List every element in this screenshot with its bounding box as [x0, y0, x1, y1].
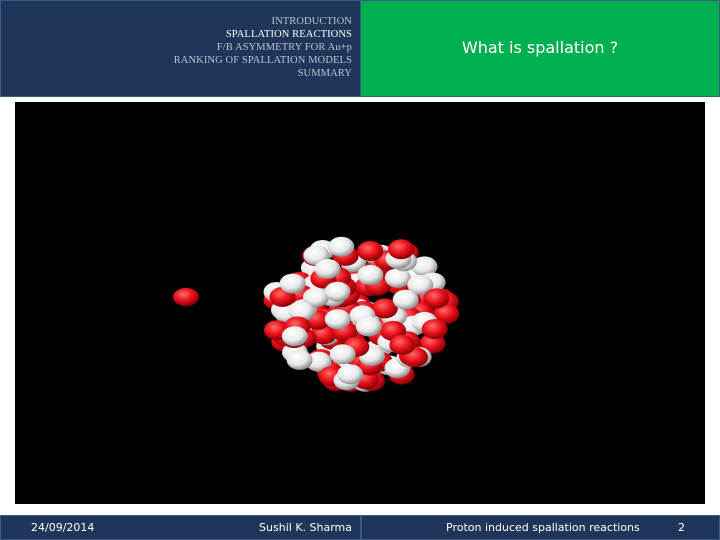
- neutron-sphere: [357, 265, 384, 285]
- nucleus-svg: [173, 236, 460, 392]
- spallation-animation: [15, 102, 705, 504]
- target-nucleus: [263, 236, 460, 392]
- proton-sphere: [388, 239, 415, 260]
- footer-right-bar: Proton induced spallation reactions 2: [361, 515, 720, 540]
- nav-item-fb-asymmetry[interactable]: F/B ASYMMETRY FOR Au+p: [174, 41, 352, 54]
- neutron-sphere: [337, 364, 364, 385]
- section-nav-list: INTRODUCTION SPALLATION REACTIONS F/B AS…: [174, 15, 352, 80]
- nav-item-summary[interactable]: SUMMARY: [174, 67, 352, 80]
- neutron-sphere: [279, 273, 306, 294]
- nav-item-ranking-models[interactable]: RANKING OF SPALLATION MODELS: [174, 54, 352, 67]
- neutron-sphere: [324, 309, 351, 330]
- neutron-sphere: [286, 349, 313, 370]
- slide-title: What is spallation ?: [461, 38, 619, 57]
- neutron-sphere: [314, 258, 341, 279]
- nav-item-introduction[interactable]: INTRODUCTION: [174, 15, 352, 28]
- neutron-sphere: [355, 316, 382, 337]
- neutron-sphere: [392, 289, 419, 310]
- slide-title-panel: What is spallation ?: [361, 0, 720, 97]
- section-navigation-panel: INTRODUCTION SPALLATION REACTIONS F/B AS…: [0, 0, 361, 97]
- neutron-sphere: [328, 236, 355, 257]
- incident-proton: [173, 288, 199, 306]
- nav-item-spallation-reactions[interactable]: SPALLATION REACTIONS: [174, 28, 352, 41]
- slide-footer: 24/09/2014 Sushil K. Sharma Proton induc…: [0, 515, 720, 540]
- neutron-sphere: [329, 344, 356, 365]
- proton-sphere: [423, 288, 450, 309]
- footer-date: 24/09/2014: [31, 521, 95, 534]
- proton-sphere: [357, 241, 384, 261]
- footer-author: Sushil K. Sharma: [259, 521, 352, 534]
- neutron-sphere: [324, 281, 351, 302]
- footer-caption: Proton induced spallation reactions: [446, 521, 640, 534]
- footer-left-bar: 24/09/2014 Sushil K. Sharma: [0, 515, 361, 540]
- proton-sphere: [389, 334, 416, 355]
- neutron-sphere: [281, 326, 308, 347]
- page-number: 2: [678, 521, 685, 534]
- proton-sphere: [421, 319, 448, 340]
